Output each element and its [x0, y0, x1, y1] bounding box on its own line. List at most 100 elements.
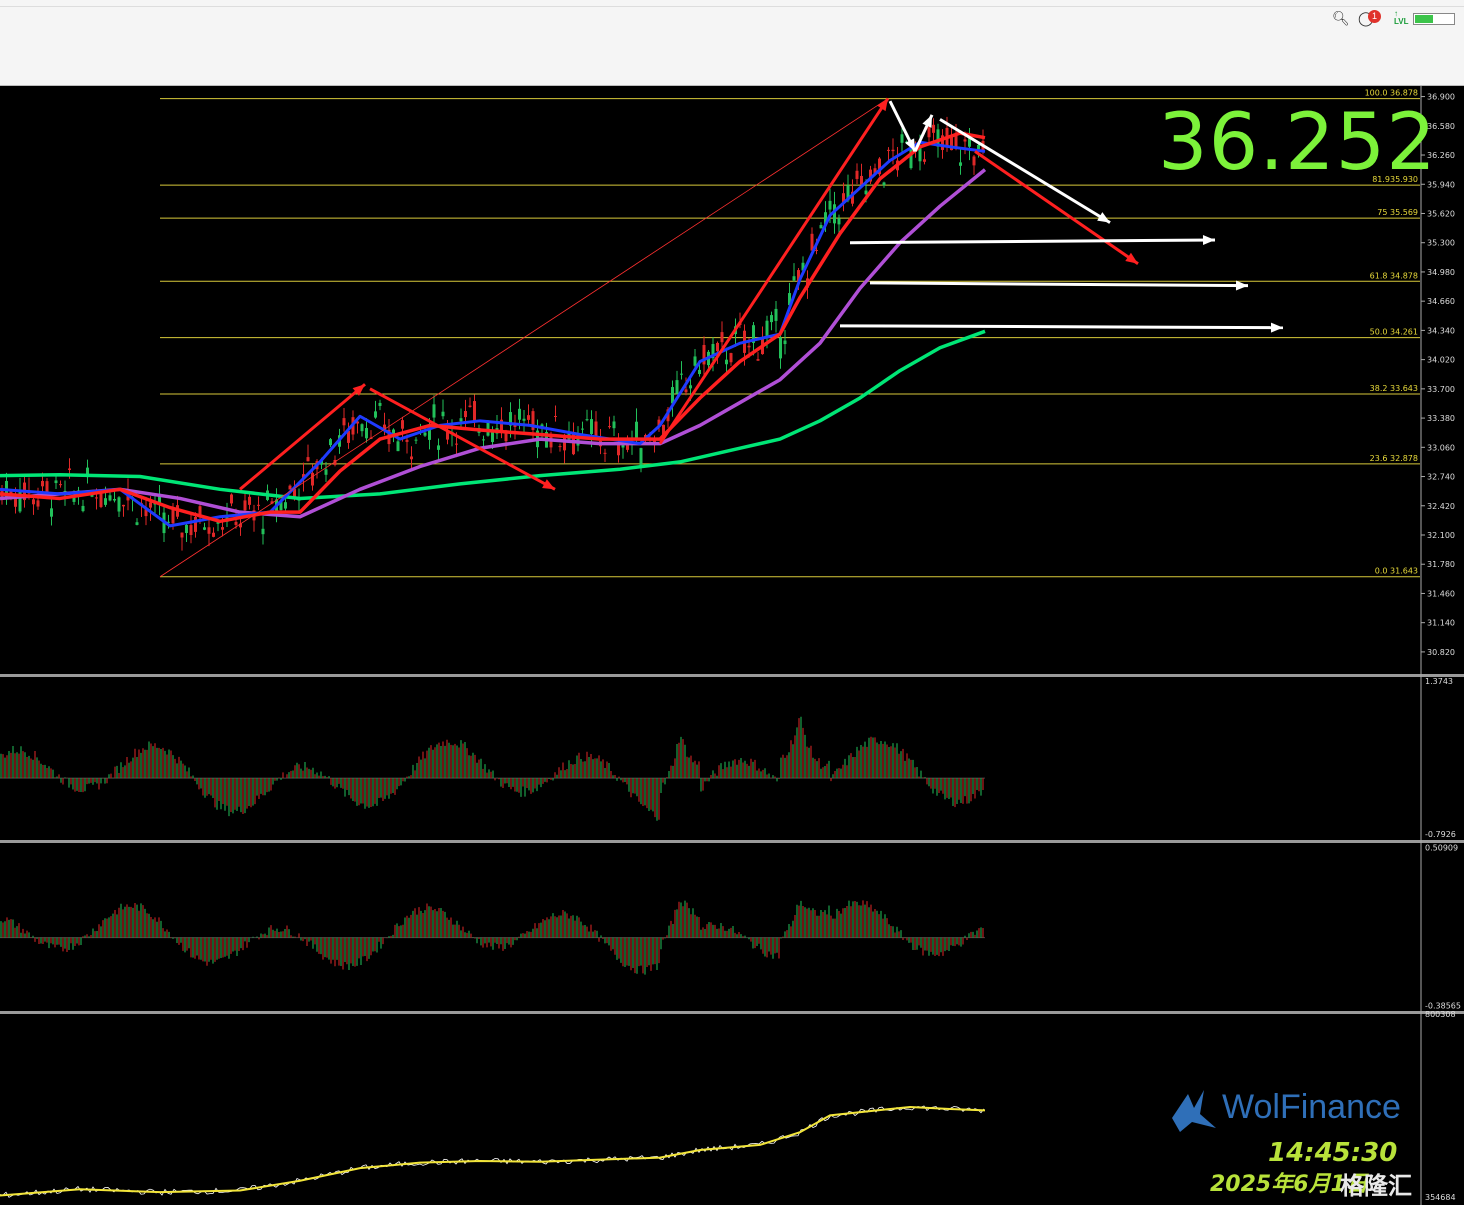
price-tick-label: 34.340 — [1427, 326, 1455, 335]
candle-body — [608, 426, 611, 428]
candle-body — [261, 528, 265, 535]
candle-body — [234, 521, 238, 525]
candle-body — [437, 445, 440, 450]
trend-arrow-line — [658, 97, 890, 445]
candle-body — [117, 497, 121, 512]
candle-body — [837, 218, 841, 225]
candle-body — [783, 340, 787, 345]
price-tick-label: 32.740 — [1427, 473, 1455, 482]
candle-body — [149, 502, 152, 508]
candle-body — [581, 428, 584, 430]
candle-body — [689, 385, 692, 389]
trend-arrow-head — [1202, 235, 1215, 246]
candle-body — [360, 424, 364, 432]
obv-signal-line — [0, 1105, 986, 1197]
volume-tick-label: 354684 — [1425, 1193, 1456, 1202]
trend-arrow-line — [839, 324, 1284, 330]
candle-body — [180, 532, 184, 538]
oscillator-tick-label: -0.7926 — [1425, 830, 1456, 839]
candle-body — [374, 411, 377, 418]
candle-body — [792, 276, 796, 281]
fib-level-label: 100.0 36.878 — [1365, 89, 1418, 98]
candle-body — [729, 353, 733, 363]
search-icon[interactable]: 🔍︎ — [1332, 10, 1350, 27]
candle-body — [698, 369, 701, 375]
candle-body — [68, 468, 71, 470]
candle-body — [522, 418, 526, 421]
candle-body — [230, 494, 233, 504]
price-tick-label: 31.140 — [1427, 619, 1455, 628]
candle-body — [815, 249, 818, 251]
fib-level-label: 75 35.569 — [1377, 208, 1418, 217]
obv-raw-line — [0, 1105, 985, 1198]
candle-body — [716, 342, 719, 352]
price-tick-label: 35.300 — [1427, 239, 1455, 248]
candle-body — [396, 441, 400, 452]
trend-arrow-line — [939, 118, 1111, 224]
clock: 14:45:30 — [1268, 1138, 1398, 1168]
candle-body — [122, 504, 125, 507]
candle-body — [185, 524, 188, 533]
candle-body — [113, 499, 116, 501]
candle-body — [405, 439, 409, 442]
price-tick-label: 35.620 — [1427, 209, 1455, 218]
candle-body — [482, 439, 485, 441]
candle-body — [414, 439, 418, 441]
volume-tick-label: 800308 — [1425, 1010, 1456, 1019]
candle-body — [59, 484, 62, 486]
candle-body — [675, 380, 679, 394]
candle-body — [459, 418, 463, 422]
trend-arrow-head — [1270, 322, 1283, 333]
battery-fill — [1415, 15, 1433, 23]
candle-body — [221, 527, 224, 530]
price-tick-label: 31.460 — [1427, 589, 1455, 598]
candle-body — [284, 502, 287, 509]
oscillator-tick-label: 0.50909 — [1425, 844, 1458, 853]
trend-arrow-head — [1125, 252, 1138, 264]
candle-body — [189, 525, 193, 536]
candle-body — [684, 389, 688, 393]
candle-body — [680, 373, 683, 375]
candle-body — [95, 497, 98, 499]
candle-body — [554, 415, 557, 417]
candle-body — [257, 504, 260, 506]
fib-level-label: 38.2 33.643 — [1370, 384, 1418, 393]
candle-body — [923, 159, 926, 162]
candle-body — [756, 359, 760, 361]
price-tick-label: 34.980 — [1427, 268, 1455, 277]
candle-body — [720, 332, 724, 343]
candle-body — [329, 439, 332, 446]
candle-body — [603, 452, 607, 454]
candle-body — [432, 404, 436, 418]
candle-body — [932, 124, 935, 133]
candle-body — [135, 522, 139, 525]
candle-body — [927, 127, 931, 138]
candle-body — [36, 500, 40, 507]
candle-body — [779, 337, 782, 359]
trend-arrow-line — [974, 150, 1139, 265]
candle-body — [455, 443, 458, 445]
candle-body — [194, 517, 197, 532]
candle-body — [828, 200, 832, 210]
candle-body — [81, 505, 85, 512]
price-tick-label: 34.020 — [1427, 356, 1455, 365]
price-tick-label: 32.420 — [1427, 502, 1455, 511]
fib-level-label: 50.0 34.261 — [1370, 328, 1418, 337]
chart-area[interactable]: 100.0 36.87881.935.93075 35.56961.8 34.8… — [0, 86, 1464, 1205]
trend-arrow-line — [239, 383, 366, 491]
candle-body — [401, 420, 404, 429]
candle-body — [590, 419, 593, 434]
candle-body — [860, 175, 863, 185]
candle-body — [410, 456, 413, 460]
candle-body — [464, 411, 467, 418]
candle-body — [558, 446, 562, 448]
candle-body — [108, 495, 112, 501]
candle-body — [54, 480, 58, 484]
moving-average-line — [0, 329, 986, 501]
candle-body — [770, 315, 773, 323]
candle-body — [585, 419, 589, 421]
candle-body — [378, 402, 382, 406]
trend-arrow-line — [869, 281, 1249, 288]
candle-body — [311, 472, 314, 486]
price-tick-label: 34.660 — [1427, 297, 1455, 306]
